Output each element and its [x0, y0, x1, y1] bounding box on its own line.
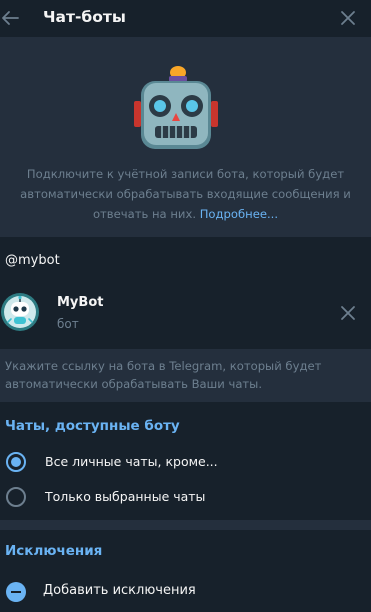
add-exceptions-label: Добавить исключения — [43, 583, 196, 598]
bot-type-label: бот — [57, 317, 79, 331]
radio-label: Все личные чаты, кроме... — [45, 454, 218, 469]
radio-all-private-chats[interactable]: Все личные чаты, кроме... — [0, 445, 371, 479]
chats-access-section: Чаты, доступные боту Все личные чаты, кр… — [0, 402, 371, 520]
bot-username-field[interactable]: @mybot — [0, 237, 371, 287]
intro-panel: Подключите к учётной записи бота, которы… — [0, 37, 371, 237]
close-button[interactable] — [339, 9, 357, 27]
radio-unselected-icon — [6, 487, 26, 507]
add-exceptions-button[interactable]: Добавить исключения — [0, 574, 371, 608]
learn-more-link[interactable]: Подробнее... — [200, 207, 278, 221]
exceptions-section-title: Исключения — [5, 543, 103, 559]
bot-hint: Укажите ссылку на бота в Telegram, котор… — [0, 349, 371, 402]
bot-item[interactable]: MyBot бот — [0, 287, 371, 349]
radio-label: Только выбранные чаты — [45, 489, 206, 504]
bot-name: MyBot — [57, 295, 104, 310]
intro-description: Подключите к учётной записи бота, которы… — [18, 165, 353, 224]
chats-section-title: Чаты, доступные боту — [5, 418, 180, 434]
close-icon — [341, 306, 355, 320]
arrow-left-icon — [2, 11, 19, 25]
minus-circle-icon — [6, 582, 26, 602]
exceptions-section: Исключения Добавить исключения — [0, 530, 371, 612]
section-divider — [0, 520, 371, 530]
robot-icon — [134, 66, 218, 149]
close-icon — [341, 11, 355, 25]
bot-hint-text: Укажите ссылку на бота в Telegram, котор… — [5, 359, 322, 391]
bot-avatar — [1, 293, 39, 331]
bot-username-value: @mybot — [5, 253, 60, 268]
radio-selected-chats-only[interactable]: Только выбранные чаты — [0, 480, 371, 514]
remove-bot-button[interactable] — [339, 304, 357, 322]
back-button[interactable] — [0, 6, 22, 30]
radio-selected-icon — [6, 452, 26, 472]
intro-text: Подключите к учётной записи бота, которы… — [20, 167, 351, 221]
header: Чат-боты — [0, 0, 371, 37]
page-title: Чат-боты — [43, 8, 126, 26]
